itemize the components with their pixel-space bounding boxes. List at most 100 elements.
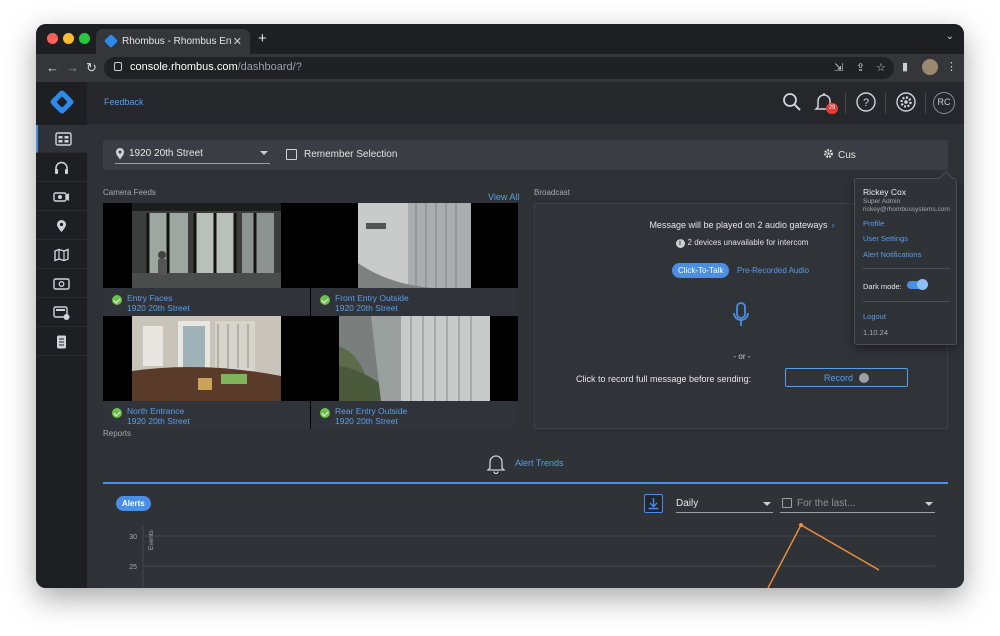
search-icon[interactable] [781, 91, 803, 113]
bell-icon [486, 455, 506, 474]
user-settings-link[interactable]: User Settings [863, 234, 908, 243]
user-menu-dropdown: Rickey Cox Super Admin rickey@rhombussys… [854, 170, 957, 345]
minimize-window-button[interactable] [63, 33, 74, 44]
alerts-chip[interactable]: Alerts [116, 496, 151, 511]
camera-feed-thumbnail[interactable] [311, 316, 518, 401]
record-instruction: Click to record full message before send… [576, 374, 752, 384]
header-divider [845, 92, 846, 114]
tab-search-icon[interactable]: ⌄ [946, 31, 954, 42]
browser-profile-avatar[interactable] [922, 59, 938, 75]
browser-toolbar: ← → ↻ console.rhombus.com/dashboard/? ⇲ … [36, 54, 964, 82]
sidebar-item-dashboard[interactable] [36, 125, 87, 153]
browser-menu-icon[interactable]: ⋮ [946, 60, 957, 73]
camera-feed-thumbnail[interactable] [103, 203, 310, 288]
view-all-link[interactable]: View All [488, 192, 519, 202]
sidebar-item-locations[interactable] [36, 212, 87, 240]
share-icon[interactable]: ⇪ [856, 61, 865, 74]
chevron-down-icon [763, 502, 771, 506]
sidebar-item-support[interactable] [36, 154, 87, 182]
help-icon[interactable]: ? [855, 91, 877, 113]
lock-icon [114, 62, 122, 71]
sidebar-item-reports[interactable] [36, 328, 87, 356]
alert-notifications-link[interactable]: Alert Notifications [863, 250, 921, 259]
alert-trend-point[interactable] [799, 523, 803, 527]
header-divider [885, 92, 886, 114]
calendar-icon [782, 498, 792, 508]
download-button[interactable] [644, 494, 663, 513]
svg-text:?: ? [863, 97, 869, 109]
sidebar-item-devices[interactable] [36, 299, 87, 327]
date-range-select[interactable]: For the last... [780, 495, 935, 513]
user-name: Rickey Cox [863, 187, 906, 197]
camera-address: 1920 20th Street [127, 303, 190, 313]
rhombus-logo-icon[interactable] [48, 88, 76, 116]
camera-feed-tile[interactable]: Rear Entry Outside 1920 20th Street [311, 316, 518, 429]
interval-select[interactable]: Daily [676, 495, 773, 513]
sidebar-item-access-control[interactable] [36, 270, 87, 298]
reload-icon[interactable]: ↻ [86, 60, 97, 76]
logout-link[interactable]: Logout [863, 312, 886, 321]
alert-trends-label: Alert Trends [515, 458, 564, 468]
camera-feed-caption: North Entrance 1920 20th Street [103, 401, 310, 429]
user-avatar[interactable]: RC [933, 92, 955, 114]
camera-name[interactable]: North Entrance [127, 406, 184, 416]
camera-feed-caption: Rear Entry Outside 1920 20th Street [311, 401, 518, 429]
info-icon: i [675, 239, 685, 248]
notification-badge: 29 [826, 103, 838, 114]
profile-link[interactable]: Profile [863, 219, 884, 228]
back-icon[interactable]: ← [46, 60, 59, 75]
forward-icon[interactable]: → [66, 60, 79, 75]
reports-icon [57, 335, 66, 349]
sidebar-item-cameras[interactable] [36, 183, 87, 211]
url-text[interactable]: console.rhombus.com/dashboard/? [130, 61, 302, 73]
microphone-icon[interactable] [732, 302, 750, 328]
browser-tab[interactable]: Rhombus - Rhombus Enterprise ✕ [96, 29, 250, 54]
date-range-placeholder: For the last... [797, 498, 856, 509]
address-bar[interactable]: console.rhombus.com/dashboard/? ⇲ ⇪ ☆ [104, 57, 894, 79]
dark-mode-toggle[interactable] [907, 279, 928, 290]
interval-value: Daily [676, 498, 699, 509]
tab-pre-recorded-audio[interactable]: Pre-Recorded Audio [731, 263, 815, 278]
camera-name[interactable]: Front Entry Outside [335, 293, 409, 303]
bookmark-star-icon[interactable]: ☆ [876, 61, 886, 74]
sidebar [36, 82, 87, 588]
camera-feed-caption: Front Entry Outside 1920 20th Street [311, 288, 518, 316]
camera-feed-thumbnail[interactable] [311, 203, 518, 288]
camera-address: 1920 20th Street [335, 416, 398, 426]
chevron-down-icon [925, 502, 933, 506]
tab-title: Rhombus - Rhombus Enterprise [122, 36, 232, 47]
maximize-window-button[interactable] [79, 33, 90, 44]
location-value: 1920 20th Street [129, 148, 203, 159]
online-status-icon [320, 295, 330, 305]
new-tab-button[interactable]: + [258, 30, 267, 47]
online-status-icon [112, 295, 122, 305]
alert-trend-line [767, 524, 880, 588]
alert-trends-tab[interactable]: Alert Trends [103, 442, 948, 484]
camera-feed-tile[interactable]: North Entrance 1920 20th Street [103, 316, 310, 429]
broadcast-heading: Broadcast [534, 188, 571, 197]
sidebar-item-map[interactable] [36, 241, 87, 269]
remember-selection-checkbox[interactable] [286, 149, 297, 160]
customize-button[interactable]: Cus [823, 148, 856, 161]
chevron-down-icon [260, 151, 268, 155]
record-button[interactable]: Record [785, 368, 908, 387]
side-panel-icon[interactable]: ▮ [902, 60, 908, 73]
camera-feed-tile[interactable]: Entry Faces 1920 20th Street [103, 203, 310, 316]
remember-selection-label: Remember Selection [304, 149, 398, 160]
tab-click-to-talk[interactable]: Click-To-Talk [672, 263, 730, 278]
feedback-link[interactable]: Feedback [104, 97, 144, 107]
install-app-icon[interactable]: ⇲ [834, 61, 843, 74]
camera-feed-thumbnail[interactable] [103, 316, 310, 401]
app-header: Feedback 29 ? RC [87, 82, 964, 124]
alert-trends-chart: 30 25 Events [129, 523, 935, 588]
camera-name[interactable]: Entry Faces [127, 293, 172, 303]
settings-gear-icon[interactable] [895, 91, 917, 113]
gear-icon [824, 149, 833, 158]
close-window-button[interactable] [47, 33, 58, 44]
camera-name[interactable]: Rear Entry Outside [335, 406, 407, 416]
location-select[interactable]: 1920 20th Street [115, 146, 270, 164]
browser-window: Rhombus - Rhombus Enterprise ✕ + ⌄ ← → ↻… [36, 24, 964, 588]
camera-feed-tile[interactable]: Front Entry Outside 1920 20th Street [311, 203, 518, 316]
tab-close-icon[interactable]: ✕ [233, 35, 242, 48]
browser-tab-bar: Rhombus - Rhombus Enterprise ✕ + ⌄ [36, 24, 964, 54]
